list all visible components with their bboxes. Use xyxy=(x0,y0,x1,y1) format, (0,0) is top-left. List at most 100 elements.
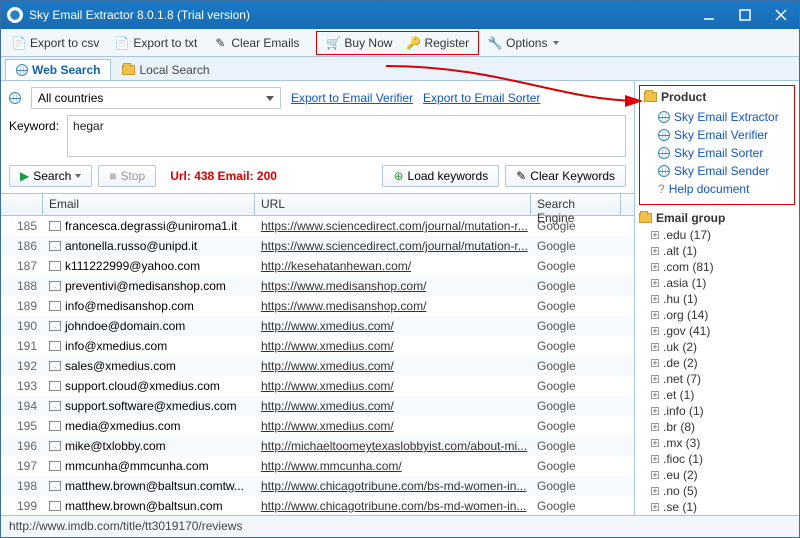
tree-expand-icon[interactable]: + xyxy=(651,391,659,399)
product-link[interactable]: Sky Email Verifier xyxy=(644,126,790,144)
tree-expand-icon[interactable]: + xyxy=(651,279,659,287)
column-search-engine[interactable]: Search Engine xyxy=(531,194,621,215)
cell-url[interactable]: http://michaeltoomeytexaslobbyist.com/ab… xyxy=(255,439,531,453)
cell-url[interactable]: http://www.chicagotribune.com/bs-md-wome… xyxy=(255,499,531,513)
tree-expand-icon[interactable]: + xyxy=(651,231,659,239)
buy-now-button[interactable]: 🛒 Buy Now xyxy=(319,33,399,53)
column-number[interactable] xyxy=(1,194,43,215)
options-button[interactable]: 🔧 Options xyxy=(481,33,566,53)
column-email[interactable]: Email xyxy=(43,194,255,215)
cell-email: mmcunha@mmcunha.com xyxy=(43,459,255,473)
load-keywords-button[interactable]: ⊕ Load keywords xyxy=(382,165,499,187)
email-group-item[interactable]: +.et (1) xyxy=(639,387,795,403)
tab-web-search[interactable]: Web Search xyxy=(5,59,111,80)
stop-button[interactable]: ■ Stop xyxy=(98,165,156,187)
table-row[interactable]: 198matthew.brown@baltsun.comtw...http://… xyxy=(1,476,634,496)
cell-url[interactable]: http://www.xmedius.com/ xyxy=(255,319,531,333)
cell-url[interactable]: https://www.sciencedirect.com/journal/mu… xyxy=(255,239,531,253)
email-group-item[interactable]: +.mx (3) xyxy=(639,435,795,451)
tree-expand-icon[interactable]: + xyxy=(651,487,659,495)
minimize-button[interactable] xyxy=(691,1,727,29)
cell-email: matthew.brown@baltsun.com xyxy=(43,499,255,513)
cell-url[interactable]: http://kesehatanhewan.com/ xyxy=(255,259,531,273)
email-group-item[interactable]: +.org (14) xyxy=(639,307,795,323)
tree-expand-icon[interactable]: + xyxy=(651,503,659,511)
email-group-item[interactable]: +.alt (1) xyxy=(639,243,795,259)
tree-expand-icon[interactable]: + xyxy=(651,439,659,447)
email-group-item[interactable]: +.net (7) xyxy=(639,371,795,387)
email-group-item[interactable]: +.com (81) xyxy=(639,259,795,275)
email-group-item[interactable]: +.se (1) xyxy=(639,499,795,515)
table-row[interactable]: 197mmcunha@mmcunha.comhttp://www.mmcunha… xyxy=(1,456,634,476)
cell-url[interactable]: http://www.xmedius.com/ xyxy=(255,399,531,413)
email-group-item[interactable]: +.de (2) xyxy=(639,355,795,371)
table-row[interactable]: 195media@xmedius.comhttp://www.xmedius.c… xyxy=(1,416,634,436)
cell-url[interactable]: http://www.chicagotribune.com/bs-md-wome… xyxy=(255,479,531,493)
email-group-item[interactable]: +.gov (41) xyxy=(639,323,795,339)
column-url[interactable]: URL xyxy=(255,194,531,215)
email-group-item[interactable]: +.eu (2) xyxy=(639,467,795,483)
table-row[interactable]: 188preventivi@medisanshop.comhttps://www… xyxy=(1,276,634,296)
email-group-item[interactable]: +.info (1) xyxy=(639,403,795,419)
tree-expand-icon[interactable]: + xyxy=(651,455,659,463)
tree-expand-icon[interactable]: + xyxy=(651,343,659,351)
table-row[interactable]: 193support.cloud@xmedius.comhttp://www.x… xyxy=(1,376,634,396)
product-link[interactable]: ?Help document xyxy=(644,180,790,198)
mail-icon xyxy=(49,381,61,391)
cell-email: antonella.russo@unipd.it xyxy=(43,239,255,253)
email-group-item[interactable]: +.no (5) xyxy=(639,483,795,499)
email-group-item[interactable]: +.edu (17) xyxy=(639,227,795,243)
table-row[interactable]: 185francesca.degrassi@uniroma1.ithttps:/… xyxy=(1,216,634,236)
tree-expand-icon[interactable]: + xyxy=(651,359,659,367)
tree-expand-icon[interactable]: + xyxy=(651,311,659,319)
tab-local-search[interactable]: Local Search xyxy=(111,59,220,80)
cell-url[interactable]: http://www.mmcunha.com/ xyxy=(255,459,531,473)
clear-keywords-button[interactable]: ✎ Clear Keywords xyxy=(505,165,626,187)
keyword-input[interactable]: hegar xyxy=(67,115,626,157)
cell-url[interactable]: http://www.xmedius.com/ xyxy=(255,419,531,433)
search-button[interactable]: ▶ Search xyxy=(9,165,92,187)
cell-url[interactable]: http://www.xmedius.com/ xyxy=(255,339,531,353)
cell-search-engine: Google xyxy=(531,299,621,313)
product-link[interactable]: Sky Email Sorter xyxy=(644,144,790,162)
maximize-button[interactable] xyxy=(727,1,763,29)
cell-email: info@xmedius.com xyxy=(43,339,255,353)
tree-expand-icon[interactable]: + xyxy=(651,471,659,479)
tree-expand-icon[interactable]: + xyxy=(651,327,659,335)
export-txt-button[interactable]: 📄 Export to txt xyxy=(108,33,204,53)
table-row[interactable]: 192sales@xmedius.comhttp://www.xmedius.c… xyxy=(1,356,634,376)
email-group-item[interactable]: +.br (8) xyxy=(639,419,795,435)
tree-expand-icon[interactable]: + xyxy=(651,375,659,383)
email-group-item[interactable]: +.fioc (1) xyxy=(639,451,795,467)
cell-url[interactable]: https://www.sciencedirect.com/journal/mu… xyxy=(255,219,531,233)
table-row[interactable]: 199matthew.brown@baltsun.comhttp://www.c… xyxy=(1,496,634,515)
table-row[interactable]: 189info@medisanshop.comhttps://www.medis… xyxy=(1,296,634,316)
register-button[interactable]: 🔑 Register xyxy=(399,33,476,53)
cell-url[interactable]: https://www.medisanshop.com/ xyxy=(255,299,531,313)
tree-expand-icon[interactable]: + xyxy=(651,295,659,303)
product-link[interactable]: Sky Email Extractor xyxy=(644,108,790,126)
cell-url[interactable]: http://www.xmedius.com/ xyxy=(255,379,531,393)
email-group-item[interactable]: +.hu (1) xyxy=(639,291,795,307)
close-button[interactable] xyxy=(763,1,799,29)
email-group-item[interactable]: +.uk (2) xyxy=(639,339,795,355)
clear-emails-button[interactable]: ✎ Clear Emails xyxy=(206,33,306,53)
email-group-item[interactable]: +.asia (1) xyxy=(639,275,795,291)
tree-expand-icon[interactable]: + xyxy=(651,407,659,415)
tree-expand-icon[interactable]: + xyxy=(651,247,659,255)
table-row[interactable]: 196mike@txlobby.comhttp://michaeltoomeyt… xyxy=(1,436,634,456)
country-select[interactable]: All countries xyxy=(31,87,281,109)
table-row[interactable]: 187k111222999@yahoo.comhttp://kesehatanh… xyxy=(1,256,634,276)
export-to-verifier-link[interactable]: Export to Email Verifier xyxy=(291,91,413,105)
tree-expand-icon[interactable]: + xyxy=(651,263,659,271)
product-link[interactable]: Sky Email Sender xyxy=(644,162,790,180)
table-row[interactable]: 186antonella.russo@unipd.ithttps://www.s… xyxy=(1,236,634,256)
cell-url[interactable]: http://www.xmedius.com/ xyxy=(255,359,531,373)
tree-expand-icon[interactable]: + xyxy=(651,423,659,431)
table-row[interactable]: 190johndoe@domain.comhttp://www.xmedius.… xyxy=(1,316,634,336)
table-row[interactable]: 191info@xmedius.comhttp://www.xmedius.co… xyxy=(1,336,634,356)
cell-url[interactable]: https://www.medisanshop.com/ xyxy=(255,279,531,293)
export-csv-button[interactable]: 📄 Export to csv xyxy=(5,33,106,53)
export-to-sorter-link[interactable]: Export to Email Sorter xyxy=(423,91,540,105)
table-row[interactable]: 194support.software@xmedius.comhttp://ww… xyxy=(1,396,634,416)
